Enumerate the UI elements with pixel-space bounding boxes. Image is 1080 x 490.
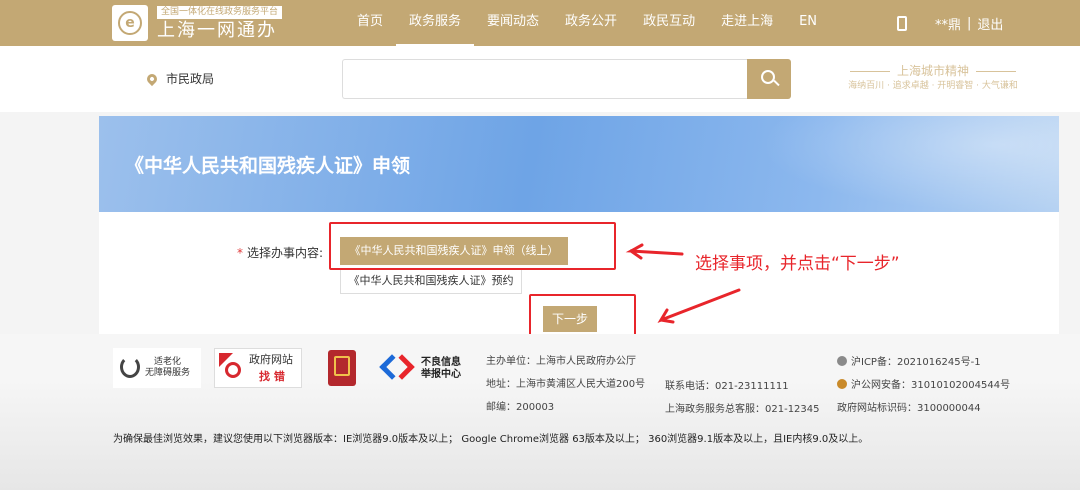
gov-badge-line1: 政府网站 bbox=[249, 353, 293, 366]
annotation-instruction: 选择事项，并点击“下一步” bbox=[695, 254, 900, 274]
user-separator: | bbox=[967, 15, 972, 31]
aged-badge-line1: 适老化 bbox=[154, 357, 182, 367]
wheelchair-icon bbox=[120, 356, 140, 378]
search-row: 市民政局 上海城市精神 海纳百川 · 追求卓越 · 开明睿智 · 大气谦和 bbox=[0, 46, 1080, 112]
search-button[interactable] bbox=[747, 59, 791, 99]
annotation-arrow-lower bbox=[657, 288, 741, 324]
nav-item-interaction[interactable]: 政民互动 bbox=[630, 0, 708, 46]
logo-subtitle: 全国一体化在线政务服务平台 bbox=[157, 6, 283, 19]
search-icon bbox=[761, 70, 775, 84]
service-form: * 选择办事内容: 《中华人民共和国残疾人证》申领（线上） 《中华人民共和国残疾人… bbox=[99, 212, 1059, 338]
icp-icon bbox=[837, 356, 847, 366]
footer-icp[interactable]: 沪ICP备：2021016245号-1 bbox=[837, 356, 981, 369]
search-icon-handle bbox=[773, 79, 780, 87]
footer-host: 主办单位：上海市人民政府办公厅 bbox=[486, 356, 636, 367]
required-mark: * bbox=[237, 246, 243, 260]
annotation-arrow-upper bbox=[625, 243, 684, 260]
nav-item-shanghai[interactable]: 走进上海 bbox=[708, 0, 786, 46]
footer-icp-text: 沪ICP备：2021016245号-1 bbox=[851, 357, 981, 368]
service-option-appointment[interactable]: 《中华人民共和国残疾人证》预约 bbox=[340, 268, 522, 294]
party-org-badge-icon[interactable] bbox=[328, 350, 356, 386]
footer-phone: 联系电话：021-23111111 bbox=[665, 381, 789, 392]
site-logo[interactable]: e 全国一体化在线政务服务平台 上海一网通办 bbox=[112, 5, 294, 41]
user-name[interactable]: **鼎 bbox=[935, 14, 961, 33]
main-nav: 首页 政务服务 要闻动态 政务公开 政民互动 走进上海 EN bbox=[344, 0, 830, 46]
aged-friendly-badge[interactable]: 适老化 无障碍服务 bbox=[113, 348, 201, 388]
footer-hotline: 上海政务服务总客服：021-12345 bbox=[665, 404, 820, 415]
page-title: 《中华人民共和国残疾人证》申领 bbox=[125, 155, 411, 177]
annotation-highlight-options bbox=[329, 222, 616, 270]
user-area: **鼎 | 退出 bbox=[897, 0, 1003, 46]
report-center-badge[interactable]: 不良信息 举报中心 bbox=[379, 348, 463, 388]
logo-emblem-icon: e bbox=[112, 5, 148, 41]
report-badge-line1: 不良信息 bbox=[421, 357, 461, 368]
city-spirit-slogan: 上海城市精神 海纳百川 · 追求卓越 · 开明睿智 · 大气谦和 bbox=[838, 64, 1028, 94]
location-pin-icon bbox=[144, 71, 160, 86]
service-banner: 《中华人民共和国残疾人证》申领 bbox=[99, 116, 1059, 212]
site-footer: 适老化 无障碍服务 政府网站 找 错 不良信息 举报中心 主办单位：上海市人民政府办… bbox=[0, 334, 1080, 490]
browser-tip: 为确保最佳浏览效果，建议您使用以下浏览器版本：IE浏览器9.0版本及以上； Go… bbox=[113, 434, 869, 445]
footer-police[interactable]: 沪公网安备：31010102004544号 bbox=[837, 379, 1010, 392]
footer-police-text: 沪公网安备：31010102004544号 bbox=[851, 380, 1011, 391]
logo-title: 上海一网通办 bbox=[157, 20, 277, 41]
location-label: 市民政局 bbox=[166, 72, 215, 86]
service-content-label: * 选择办事内容: bbox=[237, 244, 323, 261]
gov-site-error-badge[interactable]: 政府网站 找 错 bbox=[214, 348, 302, 388]
nav-item-home[interactable]: 首页 bbox=[344, 0, 396, 46]
aged-badge-line2: 无障碍服务 bbox=[145, 368, 191, 378]
police-badge-icon bbox=[837, 379, 847, 389]
annotation-highlight-next bbox=[529, 294, 636, 338]
gov-badge-line2: 找 错 bbox=[259, 370, 285, 383]
service-content-label-text: 选择办事内容: bbox=[247, 246, 324, 260]
mobile-phone-icon[interactable] bbox=[897, 15, 907, 31]
logout-link[interactable]: 退出 bbox=[977, 14, 1003, 33]
nav-item-english[interactable]: EN bbox=[786, 0, 830, 46]
footer-site-id: 政府网站标识码：3100000044 bbox=[837, 403, 981, 414]
city-spirit-subtitle: 海纳百川 · 追求卓越 · 开明睿智 · 大气谦和 bbox=[848, 81, 1018, 91]
report-badge-line2: 举报中心 bbox=[421, 369, 461, 380]
footer-address: 地址：上海市黄浦区人民大道200号 bbox=[486, 379, 646, 390]
nav-item-news[interactable]: 要闻动态 bbox=[474, 0, 552, 46]
footer-postcode: 邮编：200003 bbox=[486, 402, 555, 413]
top-nav-bar: e 全国一体化在线政务服务平台 上海一网通办 首页 政务服务 要闻动态 政务公开… bbox=[0, 0, 1080, 46]
search-input[interactable] bbox=[342, 59, 748, 99]
magnifier-icon bbox=[225, 362, 241, 378]
nav-item-gov-services[interactable]: 政务服务 bbox=[396, 0, 475, 46]
nav-item-gov-public[interactable]: 政务公开 bbox=[552, 0, 630, 46]
city-spirit-title: 上海城市精神 bbox=[838, 64, 1028, 78]
location-selector[interactable]: 市民政局 bbox=[144, 70, 215, 87]
